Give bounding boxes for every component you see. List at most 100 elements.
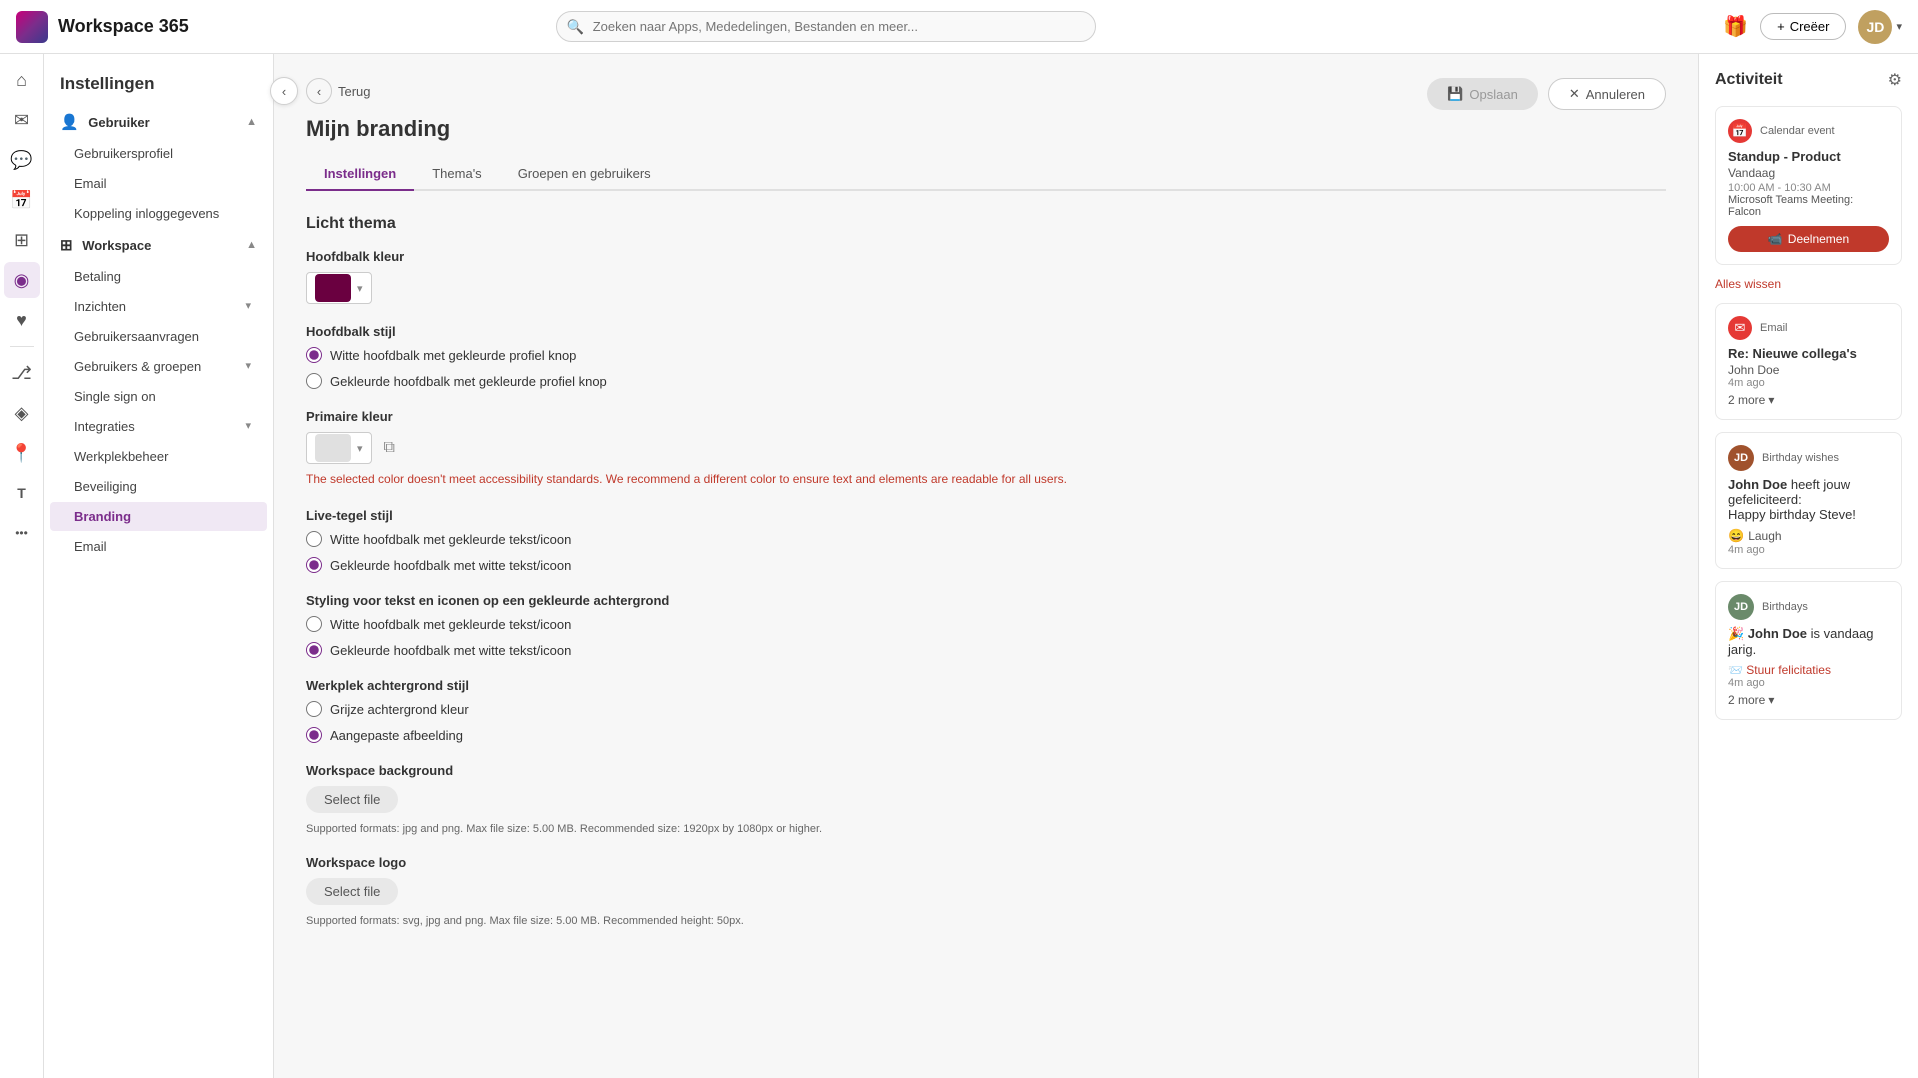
- plus-icon: +: [1777, 19, 1785, 34]
- tab-groepen[interactable]: Groepen en gebruikers: [500, 158, 669, 191]
- laugh-emoji: 😄: [1728, 528, 1744, 544]
- nav-branch-icon[interactable]: ⎇: [4, 355, 40, 391]
- color-copy-icon[interactable]: ⧉: [384, 439, 395, 457]
- back-button[interactable]: ‹: [306, 78, 332, 104]
- sidebar-item-gebruikers-groepen[interactable]: Gebruikers & groepen▾: [50, 352, 267, 381]
- gear-icon[interactable]: ⚙: [1888, 70, 1902, 90]
- select-file-logo-button[interactable]: Select file: [306, 878, 398, 905]
- sidebar-item-gebruikersaanvragen[interactable]: Gebruikersaanvragen: [50, 322, 267, 351]
- radio-input-hoofdbalk-stijl-2[interactable]: [306, 373, 322, 389]
- stuur-felicitaties-link[interactable]: 📨 Stuur felicitaties: [1728, 663, 1889, 677]
- radio-styling-tekst-1[interactable]: Witte hoofdbalk met gekleurde tekst/icoo…: [306, 616, 1666, 632]
- topbar: Workspace 365 🔍 🎁 + Creëer JD ▾: [0, 0, 1918, 54]
- cancel-button[interactable]: ✕ Annuleren: [1548, 78, 1666, 110]
- birthday-avatar: JD: [1728, 445, 1754, 471]
- workspace-icon: ⊞: [60, 237, 73, 254]
- close-icon: ✕: [1569, 86, 1580, 102]
- radio-label-hoofdbalk-stijl-2: Gekleurde hoofdbalk met gekleurde profie…: [330, 374, 607, 389]
- activity-card-birthday-wishes: JD Birthday wishes John Doe heeft jouw g…: [1715, 432, 1902, 569]
- live-tegel-options: Witte hoofdbalk met gekleurde tekst/icoo…: [306, 531, 1666, 573]
- radio-input-live-tegel-2[interactable]: [306, 557, 322, 573]
- tab-instellingen[interactable]: Instellingen: [306, 158, 414, 191]
- activity-card-type-calendar: Calendar event: [1760, 125, 1835, 137]
- sidebar-item-sso[interactable]: Single sign on: [50, 382, 267, 411]
- sidebar-item-gebruikersprofiel[interactable]: Gebruikersprofiel: [50, 139, 267, 168]
- primaire-kleur-dropdown[interactable]: ▾: [306, 432, 372, 464]
- gift-icon[interactable]: 🎁: [1723, 14, 1748, 39]
- primaire-kleur-picker: ▾ ⧉: [306, 432, 1666, 464]
- sidebar-item-branding[interactable]: Branding: [50, 502, 267, 531]
- activity-birthdays-more[interactable]: 2 more ▾: [1728, 693, 1889, 707]
- radio-input-hoofdbalk-stijl-1[interactable]: [306, 347, 322, 363]
- sidebar-item-inzichten[interactable]: Inzichten▾: [50, 292, 267, 321]
- page-title: Mijn branding: [306, 116, 1666, 142]
- sidebar-item-integraties[interactable]: Integraties▾: [50, 412, 267, 441]
- radio-input-werkplek-2[interactable]: [306, 727, 322, 743]
- alles-wissen-link[interactable]: Alles wissen: [1715, 277, 1902, 291]
- sidebar-item-koppeling[interactable]: Koppeling inloggegevens: [50, 199, 267, 228]
- activity-header: Activiteit ⚙: [1715, 70, 1902, 90]
- sidebar-item-werkplekbeheer[interactable]: Werkplekbeheer: [50, 442, 267, 471]
- nav-figma-icon[interactable]: ◈: [4, 395, 40, 431]
- bday-wishes-text3: Happy birthday Steve!: [1728, 507, 1856, 522]
- sidebar-item-email-gebruiker[interactable]: Email: [50, 169, 267, 198]
- search-bar[interactable]: 🔍: [556, 11, 1096, 42]
- radio-styling-tekst-2[interactable]: Gekleurde hoofdbalk met witte tekst/icoo…: [306, 642, 1666, 658]
- radio-input-styling-tekst-1[interactable]: [306, 616, 322, 632]
- sidebar-group-workspace[interactable]: ⊞ Workspace ▲: [44, 229, 273, 261]
- logo-icon: [16, 11, 48, 43]
- sidebar-group-gebruiker[interactable]: 👤 Gebruiker ▲: [44, 106, 273, 138]
- sidebar-item-beveiliging[interactable]: Beveiliging: [50, 472, 267, 501]
- chevron-up-icon: ▲: [246, 116, 257, 128]
- radio-input-styling-tekst-2[interactable]: [306, 642, 322, 658]
- activity-reaction-row: 😄 Laugh: [1728, 528, 1889, 544]
- nav-more-icon[interactable]: •••: [4, 515, 40, 551]
- avatar-menu[interactable]: JD ▾: [1858, 10, 1902, 44]
- chevron-down-icon: ▾: [1896, 20, 1902, 33]
- radio-hoofdbalk-stijl-1[interactable]: Witte hoofdbalk met gekleurde profiel kn…: [306, 347, 1666, 363]
- radio-input-live-tegel-1[interactable]: [306, 531, 322, 547]
- nav-location-icon[interactable]: 📍: [4, 435, 40, 471]
- radio-werkplek-1[interactable]: Grijze achtergrond kleur: [306, 701, 1666, 717]
- primaire-kleur-label: Primaire kleur: [306, 409, 1666, 424]
- tab-themas[interactable]: Thema's: [414, 158, 499, 191]
- collapse-sidebar-button[interactable]: ‹: [270, 77, 298, 105]
- nav-email-icon[interactable]: ✉: [4, 102, 40, 138]
- sidebar-title: Instellingen: [44, 70, 273, 106]
- radio-live-tegel-1[interactable]: Witte hoofdbalk met gekleurde tekst/icoo…: [306, 531, 1666, 547]
- activity-birthdays-time: 4m ago: [1728, 677, 1889, 689]
- create-button[interactable]: + Creëer: [1760, 13, 1846, 40]
- nav-calendar-icon[interactable]: 📅: [4, 182, 40, 218]
- sidebar-section-gebruiker: 👤 Gebruiker ▲ Gebruikersprofiel Email Ko…: [44, 106, 273, 228]
- nav-heart-icon[interactable]: ♥: [4, 302, 40, 338]
- main-content: 💾 Opslaan ✕ Annuleren ‹ Terug Mijn brand…: [274, 54, 1698, 1078]
- primaire-kleur-error: The selected color doesn't meet accessib…: [306, 470, 1666, 488]
- search-input[interactable]: [556, 11, 1096, 42]
- workspace-logo-info: Supported formats: svg, jpg and png. Max…: [306, 915, 1666, 927]
- nav-home-icon[interactable]: ⌂: [4, 62, 40, 98]
- activity-card-header-bday: JD Birthday wishes: [1728, 445, 1889, 471]
- laugh-label: Laugh: [1748, 529, 1781, 543]
- activity-birthdays-text: 🎉 John Doe is vandaag jarig.: [1728, 626, 1889, 657]
- activity-email-more[interactable]: 2 more ▾: [1728, 393, 1889, 407]
- workspace-background-info: Supported formats: jpg and png. Max file…: [306, 823, 1666, 835]
- chevron-down-icon-primair: ▾: [357, 442, 363, 455]
- sidebar-item-email-workspace[interactable]: Email: [50, 532, 267, 561]
- save-button[interactable]: 💾 Opslaan: [1427, 78, 1538, 110]
- sidebar: Instellingen 👤 Gebruiker ▲ Gebruikerspro…: [44, 54, 274, 1078]
- deelnemen-button[interactable]: 📹 Deelnemen: [1728, 226, 1889, 252]
- activity-panel: Activiteit ⚙ 📅 Calendar event Standup - …: [1698, 54, 1918, 1078]
- main-layout: ⌂ ✉ 💬 📅 ⊞ ◉ ♥ ⎇ ◈ 📍 T ••• Instellingen 👤…: [0, 54, 1918, 1078]
- nav-circle-icon[interactable]: ◉: [4, 262, 40, 298]
- radio-live-tegel-2[interactable]: Gekleurde hoofdbalk met witte tekst/icoo…: [306, 557, 1666, 573]
- nav-grid-icon[interactable]: ⊞: [4, 222, 40, 258]
- sidebar-item-betaling[interactable]: Betaling: [50, 262, 267, 291]
- nav-teams-icon[interactable]: T: [4, 475, 40, 511]
- select-file-background-button[interactable]: Select file: [306, 786, 398, 813]
- nav-chat-icon[interactable]: 💬: [4, 142, 40, 178]
- hoofdbalk-kleur-dropdown[interactable]: ▾: [306, 272, 372, 304]
- bday-wishes-name: John Doe: [1728, 477, 1787, 492]
- radio-werkplek-2[interactable]: Aangepaste afbeelding: [306, 727, 1666, 743]
- radio-hoofdbalk-stijl-2[interactable]: Gekleurde hoofdbalk met gekleurde profie…: [306, 373, 1666, 389]
- radio-input-werkplek-1[interactable]: [306, 701, 322, 717]
